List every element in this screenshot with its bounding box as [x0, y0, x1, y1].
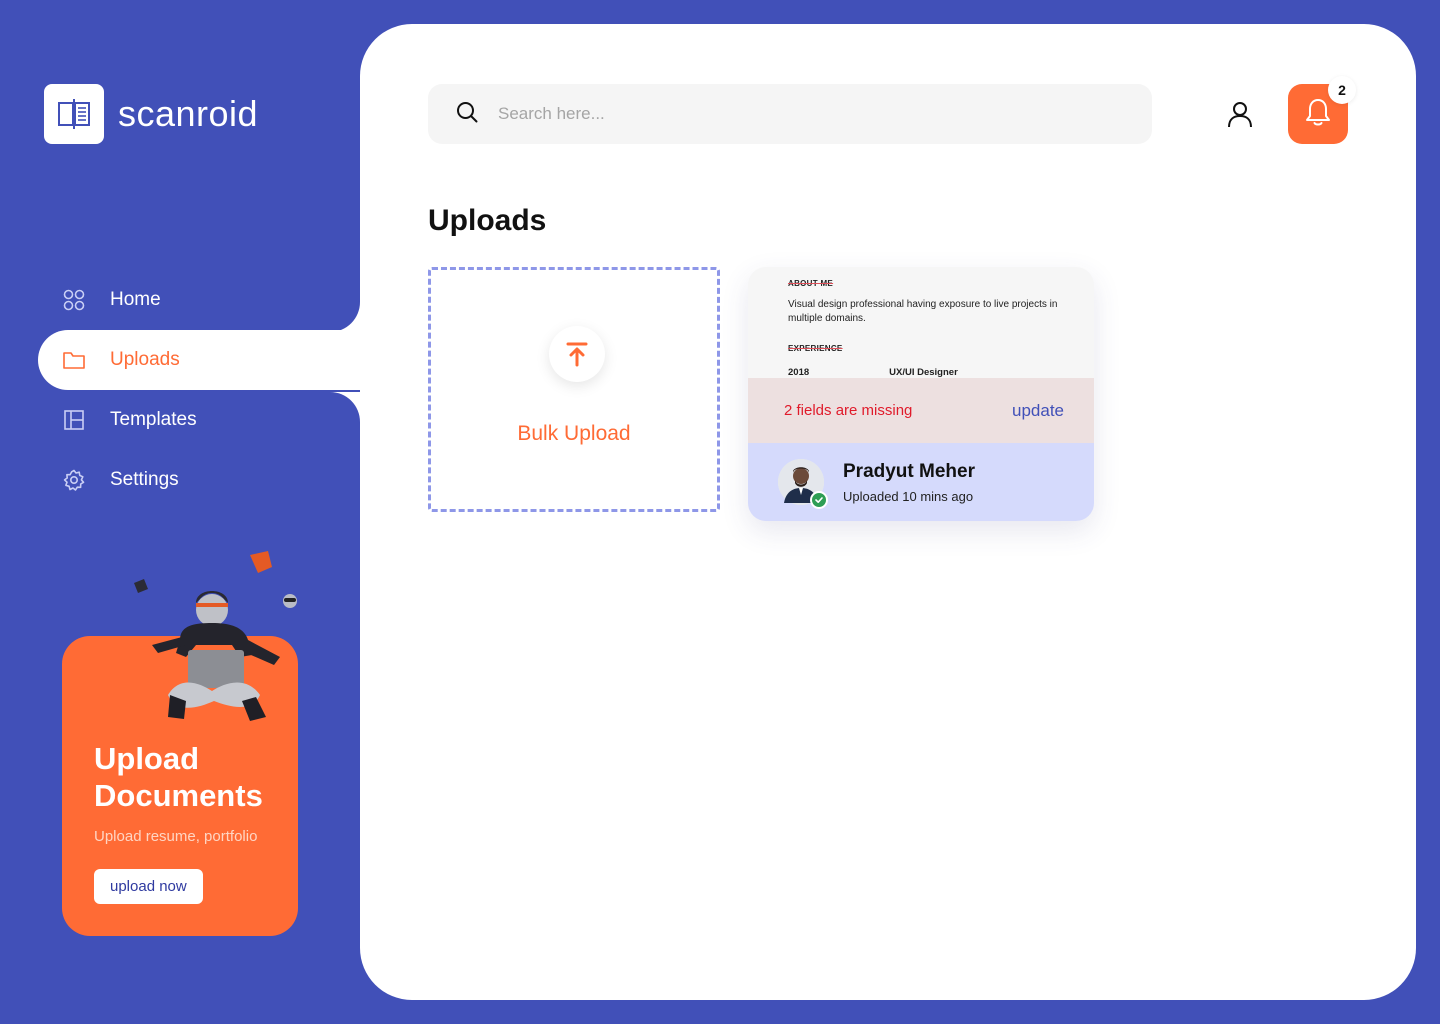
document-preview: ABOUT ME Visual design professional havi…	[748, 267, 1094, 379]
brand-logo[interactable]: scanroid	[44, 84, 258, 144]
notifications-button[interactable]: 2	[1288, 76, 1356, 144]
update-link[interactable]: update	[1012, 401, 1064, 421]
avatar	[778, 459, 828, 509]
brand-name: scanroid	[118, 93, 259, 134]
promo-subtitle: Upload resume, portfolio	[94, 828, 258, 845]
sidebar-item-label: Templates	[110, 409, 197, 430]
bulk-upload-dropzone[interactable]: Bulk Upload	[428, 267, 720, 512]
missing-fields-bar: 2 fields are missing update	[748, 378, 1094, 443]
gear-icon	[62, 468, 86, 492]
sidebar-nav: Home Uploads Templates Settings	[0, 270, 360, 510]
bell-icon	[1304, 97, 1332, 132]
promo-title: Upload Documents	[94, 740, 276, 814]
bulk-upload-label: Bulk Upload	[517, 422, 631, 445]
experience-heading: EXPERIENCE	[788, 344, 843, 353]
sidebar-item-uploads[interactable]: Uploads	[38, 330, 360, 390]
search-bar[interactable]	[428, 84, 1152, 144]
promo-title-line: Upload	[94, 741, 200, 776]
upload-arrow-icon	[549, 326, 605, 382]
character-illustration	[120, 545, 310, 735]
about-heading: ABOUT ME	[788, 279, 834, 288]
promo-title-line: Documents	[94, 778, 263, 813]
search-input[interactable]	[498, 104, 1098, 124]
document-owner: Pradyut Meher Uploaded 10 mins ago	[748, 443, 1094, 521]
owner-name: Pradyut Meher	[843, 460, 975, 482]
scan-document-icon	[44, 84, 104, 144]
sidebar-item-label: Settings	[110, 469, 179, 490]
verified-check-icon	[810, 491, 828, 509]
about-text: Visual design professional having exposu…	[788, 299, 1058, 324]
sidebar-item-settings[interactable]: Settings	[0, 450, 360, 510]
folder-icon	[62, 348, 86, 372]
layout-icon	[62, 408, 86, 432]
sidebar-item-label: Home	[110, 289, 161, 310]
document-card[interactable]: ABOUT ME Visual design professional havi…	[748, 267, 1094, 521]
page-title: Uploads	[428, 204, 547, 237]
user-profile-icon[interactable]	[1226, 100, 1254, 128]
upload-now-button[interactable]: upload now	[94, 869, 203, 904]
main-panel: 2 Uploads Bulk Upload ABOUT ME Visual de…	[360, 24, 1416, 1000]
notification-count-badge: 2	[1328, 76, 1356, 104]
missing-fields-warning: 2 fields are missing	[784, 402, 913, 419]
sidebar-item-templates[interactable]: Templates	[0, 390, 360, 450]
upload-time: Uploaded 10 mins ago	[843, 488, 974, 504]
search-icon	[456, 101, 478, 128]
sidebar-item-label: Uploads	[110, 349, 180, 370]
sidebar-item-home[interactable]: Home	[0, 270, 360, 330]
experience-role: UX/UI Designer	[889, 367, 958, 378]
experience-year: 2018	[788, 367, 810, 378]
grid-icon	[62, 288, 86, 312]
